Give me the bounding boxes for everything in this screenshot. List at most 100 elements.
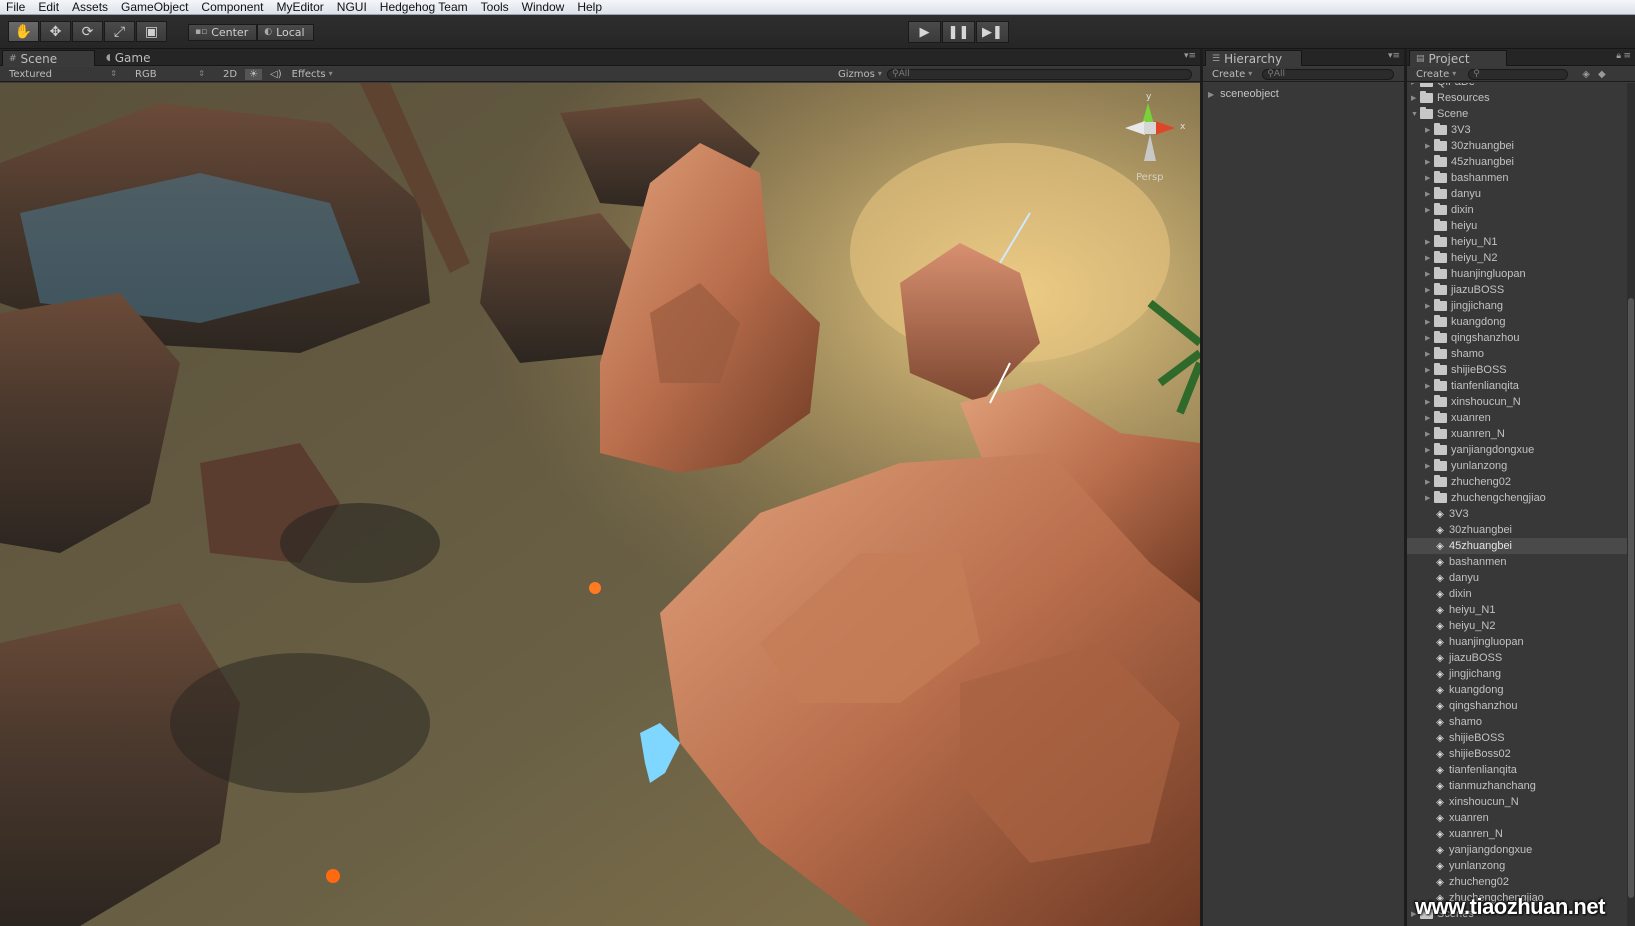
expand-arrow-icon[interactable]: ▶ [1425, 334, 1434, 342]
folder-row[interactable]: ▶ 30zhuangbei [1407, 138, 1635, 154]
folder-row[interactable]: heiyu [1407, 218, 1635, 234]
expand-arrow-icon[interactable]: ▶ [1425, 462, 1434, 470]
folder-row[interactable]: ▶ jingjichang [1407, 298, 1635, 314]
menu-help[interactable]: Help [577, 0, 602, 15]
scene-asset-row[interactable]: ◈ xinshoucun_N [1407, 794, 1635, 810]
expand-arrow-icon[interactable]: ▶ [1425, 286, 1434, 294]
scene-asset-row[interactable]: ◈ 45zhuangbei [1407, 538, 1635, 554]
expand-arrow-icon[interactable]: ▶ [1425, 142, 1434, 150]
panel-menu-icon[interactable]: ≡ [1623, 51, 1631, 61]
tab-scene[interactable]: # Scene [2, 50, 95, 66]
scene-asset-row[interactable]: ◈ shijieBOSS [1407, 730, 1635, 746]
pause-button[interactable]: ❚❚ [942, 21, 975, 43]
scene-asset-row[interactable]: ◈ tianfenlianqita [1407, 762, 1635, 778]
expand-arrow-icon[interactable]: ▶ [1425, 398, 1434, 406]
rect-tool-button[interactable]: ▣ [136, 21, 167, 42]
folder-row[interactable]: ▶ danyu [1407, 186, 1635, 202]
menu-assets[interactable]: Assets [72, 0, 108, 15]
expand-arrow-icon[interactable]: ▶ [1425, 174, 1434, 182]
menu-ngui[interactable]: NGUI [337, 0, 367, 15]
filter-type-icon[interactable]: ◈ [1582, 69, 1590, 80]
panel-menu-icon[interactable]: ▾≡ [1388, 51, 1400, 61]
scene-lighting-toggle[interactable]: ☀ [245, 68, 263, 80]
project-search-input[interactable]: ⚲ [1468, 68, 1569, 80]
move-tool-button[interactable]: ✥ [40, 21, 71, 42]
menu-component[interactable]: Component [201, 0, 263, 15]
folder-row[interactable]: ▶ xinshoucun_N [1407, 394, 1635, 410]
scene-asset-row[interactable]: ◈ kuangdong [1407, 682, 1635, 698]
scene-asset-row[interactable]: ◈ dixin [1407, 586, 1635, 602]
folder-row[interactable]: ▶ shijieBOSS [1407, 362, 1635, 378]
expand-arrow-icon[interactable]: ▶ [1425, 350, 1434, 358]
scale-tool-button[interactable]: ⤢ [104, 21, 135, 42]
scene-audio-toggle[interactable]: ◁) [270, 69, 282, 80]
hierarchy-search-input[interactable]: ⚲All [1262, 68, 1395, 80]
folder-row[interactable]: ▶ zhuchengchengjiao [1407, 490, 1635, 506]
expand-arrow-icon[interactable]: ▶ [1425, 126, 1434, 134]
project-create-dropdown[interactable]: Create ▾ [1416, 69, 1456, 80]
scene-asset-row[interactable]: ◈ bashanmen [1407, 554, 1635, 570]
render-mode-dropdown[interactable]: Textured ⇕ [9, 69, 121, 80]
folder-row[interactable]: ▶ yunlanzong [1407, 458, 1635, 474]
folder-row[interactable]: ▶ shamo [1407, 346, 1635, 362]
expand-arrow-icon[interactable]: ▶ [1425, 414, 1434, 422]
pivot-local-button[interactable]: ◐ Local [257, 24, 314, 41]
scene-asset-row[interactable]: ◈ danyu [1407, 570, 1635, 586]
lock-icon[interactable]: 🔒︎ [1616, 51, 1621, 61]
tab-hierarchy[interactable]: ☰ Hierarchy [1205, 50, 1302, 66]
menu-hedgehog-team[interactable]: Hedgehog Team [380, 0, 468, 15]
folder-row[interactable]: ▶ zhucheng02 [1407, 474, 1635, 490]
project-scrollbar-thumb[interactable] [1628, 298, 1634, 898]
gizmos-dropdown[interactable]: Gizmos ▾ [838, 69, 882, 80]
play-button[interactable]: ▶ [908, 21, 941, 43]
collapse-arrow-icon[interactable]: ▼ [1411, 111, 1420, 118]
scene-asset-row[interactable]: ◈ 3V3 [1407, 506, 1635, 522]
scene-asset-row[interactable]: ◈ jingjichang [1407, 666, 1635, 682]
menu-tools[interactable]: Tools [481, 0, 509, 15]
scene-asset-row[interactable]: ◈ tianmuzhanchang [1407, 778, 1635, 794]
expand-arrow-icon[interactable]: ▶ [1425, 478, 1434, 486]
color-mode-dropdown[interactable]: RGB ⇕ [135, 69, 205, 80]
folder-row[interactable]: ▼ Scene [1407, 106, 1635, 122]
expand-arrow-icon[interactable]: ▶ [1425, 206, 1434, 214]
scene-asset-row[interactable]: ◈ shijieBoss02 [1407, 746, 1635, 762]
scene-asset-row[interactable]: ◈ huanjingluopan [1407, 634, 1635, 650]
rotate-tool-button[interactable]: ⟳ [72, 21, 103, 42]
scene-viewport[interactable]: y x Persp [0, 83, 1200, 926]
step-button[interactable]: ▶❚ [976, 21, 1009, 43]
folder-row[interactable]: ▶ huanjingluopan [1407, 266, 1635, 282]
scene-asset-row[interactable]: ◈ jiazuBOSS [1407, 650, 1635, 666]
menu-edit[interactable]: Edit [38, 0, 59, 15]
expand-arrow-icon[interactable]: ▶ [1208, 90, 1214, 99]
folder-row[interactable]: ▶ kuangdong [1407, 314, 1635, 330]
hand-tool-button[interactable]: ✋ [8, 21, 39, 42]
folder-row[interactable]: ▶ 45zhuangbei [1407, 154, 1635, 170]
scene-asset-row[interactable]: ◈ heiyu_N1 [1407, 602, 1635, 618]
menu-myeditor[interactable]: MyEditor [276, 0, 323, 15]
scene-asset-row[interactable]: ◈ zhucheng02 [1407, 874, 1635, 890]
folder-row[interactable]: ▶ jiazuBOSS [1407, 282, 1635, 298]
folder-row[interactable]: ▶ Resources [1407, 90, 1635, 106]
folder-row[interactable]: ▶ xuanren_N [1407, 426, 1635, 442]
scene-asset-row[interactable]: ◈ qingshanzhou [1407, 698, 1635, 714]
expand-arrow-icon[interactable]: ▶ [1425, 238, 1434, 246]
folder-row[interactable]: ▶ qingshanzhou [1407, 330, 1635, 346]
scene-asset-row[interactable]: ◈ xuanren_N [1407, 826, 1635, 842]
expand-arrow-icon[interactable]: ▶ [1425, 494, 1434, 502]
scene-asset-row[interactable]: ◈ yunlanzong [1407, 858, 1635, 874]
project-scrollbar[interactable] [1627, 83, 1635, 926]
expand-arrow-icon[interactable]: ▶ [1425, 254, 1434, 262]
scene-asset-row[interactable]: ◈ xuanren [1407, 810, 1635, 826]
expand-arrow-icon[interactable]: ▶ [1411, 83, 1420, 86]
expand-arrow-icon[interactable]: ▶ [1425, 430, 1434, 438]
tab-project[interactable]: ▤ Project [1409, 50, 1507, 66]
menu-gameobject[interactable]: GameObject [121, 0, 188, 15]
folder-row[interactable]: ▶ dixin [1407, 202, 1635, 218]
menu-file[interactable]: File [6, 0, 25, 15]
hierarchy-create-dropdown[interactable]: Create ▾ [1212, 69, 1252, 80]
scene-asset-row[interactable]: ◈ 30zhuangbei [1407, 522, 1635, 538]
scene-asset-row[interactable]: ◈ yanjiangdongxue [1407, 842, 1635, 858]
expand-arrow-icon[interactable]: ▶ [1425, 302, 1434, 310]
expand-arrow-icon[interactable]: ▶ [1425, 270, 1434, 278]
expand-arrow-icon[interactable]: ▶ [1425, 190, 1434, 198]
